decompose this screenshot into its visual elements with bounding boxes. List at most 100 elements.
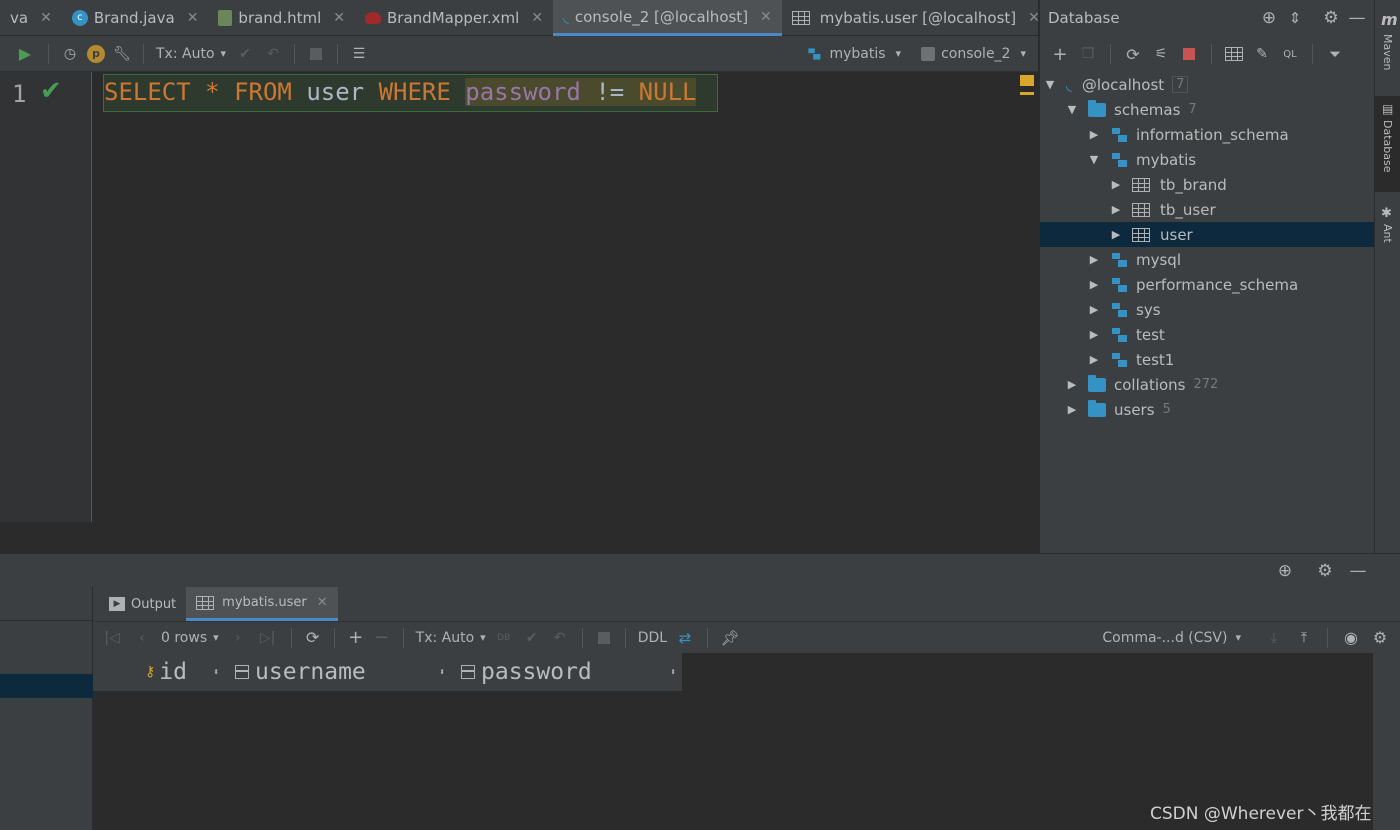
expand-arrow-icon[interactable]: ▶ xyxy=(1110,178,1122,191)
node-label: tb_brand xyxy=(1160,175,1227,194)
locate-icon[interactable]: ⊕ xyxy=(1256,6,1282,30)
tree-node-mysql[interactable]: ▶ mysql xyxy=(1040,247,1375,272)
gear-icon[interactable]: ⚙ xyxy=(1318,6,1344,30)
add-row-icon[interactable]: + xyxy=(343,626,369,650)
comparison-operator: != xyxy=(595,78,625,106)
query-console-icon[interactable]: QL xyxy=(1276,42,1304,66)
inspection-warning-icon[interactable] xyxy=(1020,75,1034,89)
column-name: username xyxy=(255,659,366,685)
export-format-dropdown[interactable]: Comma-...d (CSV) ▾ xyxy=(1098,626,1245,650)
sql-statement[interactable]: SELECT * FROM user WHERE password != NUL… xyxy=(104,78,697,106)
tree-node-information-schema[interactable]: ▶ information_schema xyxy=(1040,122,1375,147)
refresh-icon[interactable]: ⟳ xyxy=(1119,42,1147,66)
expand-arrow-icon[interactable]: ▶ xyxy=(1066,403,1078,416)
edit-icon[interactable]: ✎ xyxy=(1248,42,1276,66)
tree-node-tb-user[interactable]: ▶ tb_user xyxy=(1040,197,1375,222)
tree-node-sys[interactable]: ▶ sys xyxy=(1040,297,1375,322)
watermark: CSDN @Wherever丶我都在 xyxy=(1150,804,1372,824)
history-icon[interactable]: ◷ xyxy=(57,42,83,66)
tab-brand-html[interactable]: brand.html ✕ xyxy=(208,0,355,36)
ddl-button[interactable]: DDL xyxy=(634,626,671,650)
expand-arrow-icon[interactable]: ▶ xyxy=(1088,278,1100,291)
sort-icon[interactable]: ⬍ xyxy=(670,667,676,678)
maven-icon: m xyxy=(1381,10,1398,29)
schema-properties-icon[interactable]: ⚟ xyxy=(1147,42,1175,66)
eye-icon[interactable]: ◉ xyxy=(1336,626,1366,650)
expand-arrow-icon[interactable]: ▶ xyxy=(1088,328,1100,341)
expand-arrow-icon[interactable]: ▼ xyxy=(1044,78,1056,91)
expand-arrow-icon[interactable]: ▶ xyxy=(1110,228,1122,241)
wrench-icon[interactable]: 🔧︎ xyxy=(109,42,135,66)
maven-tool-button[interactable]: Maven xyxy=(1381,34,1394,70)
tree-node-test[interactable]: ▶ test xyxy=(1040,322,1375,347)
column-header-password[interactable]: password ⬍ xyxy=(451,653,682,691)
output-layout-icon[interactable]: ☰ xyxy=(346,42,372,66)
column-header-id[interactable]: ⚷ id ⬍ xyxy=(93,653,225,691)
divider xyxy=(333,627,335,648)
upload-icon[interactable]: ⤒ xyxy=(1289,626,1319,650)
expand-arrow-icon[interactable]: ▶ xyxy=(1088,128,1100,141)
close-icon[interactable]: ✕ xyxy=(40,10,52,26)
minimize-icon[interactable]: — xyxy=(1344,6,1370,30)
gear-icon[interactable]: ⚙ xyxy=(1312,559,1338,583)
tab-output[interactable]: ▶ Output xyxy=(99,587,186,621)
profile-icon[interactable]: p xyxy=(87,44,105,63)
tree-node-test1[interactable]: ▶ test1 xyxy=(1040,347,1375,372)
sort-icon[interactable]: ⬍ xyxy=(439,667,445,678)
sort-icon[interactable]: ⬍ xyxy=(213,667,219,678)
disconnect-icon[interactable] xyxy=(1183,48,1195,60)
close-icon[interactable]: ✕ xyxy=(187,10,199,26)
expand-arrow-icon[interactable]: ▶ xyxy=(1110,203,1122,216)
close-icon[interactable]: ✕ xyxy=(531,10,543,26)
ant-tool-button[interactable]: Ant xyxy=(1381,224,1394,243)
tree-node-tb-brand[interactable]: ▶ tb_brand xyxy=(1040,172,1375,197)
execute-icon[interactable]: ▶ xyxy=(10,42,40,66)
expand-arrow-icon[interactable]: ▶ xyxy=(1066,378,1078,391)
console-selector[interactable]: console_2 ▾ xyxy=(915,42,1032,66)
compare-icon[interactable]: ⇄ xyxy=(671,626,699,650)
expand-arrow-icon[interactable]: ▶ xyxy=(1088,303,1100,316)
tab-mybatis-user[interactable]: mybatis.user [@localhost] ✕ xyxy=(782,0,1050,36)
expand-arrow-icon[interactable]: ▼ xyxy=(1088,153,1100,166)
filter-icon[interactable]: ⏷ xyxy=(1321,42,1349,66)
tx-mode-dropdown[interactable]: Tx: Auto ▾ xyxy=(152,42,230,66)
tree-node-collations[interactable]: ▶ collations 272 xyxy=(1040,372,1375,397)
console-session-icon xyxy=(921,46,936,61)
error-stripe-mark[interactable] xyxy=(1020,92,1034,95)
expand-arrow-icon[interactable]: ▶ xyxy=(1088,253,1100,266)
tab-console-2[interactable]: ◟ console_2 [@localhost] ✕ xyxy=(553,0,782,36)
minimize-icon[interactable]: — xyxy=(1345,559,1371,583)
expand-arrow-icon[interactable]: ▶ xyxy=(1088,353,1100,366)
collapse-all-icon[interactable]: ⇕ xyxy=(1282,6,1308,30)
tree-node-users[interactable]: ▶ users 5 xyxy=(1040,397,1375,422)
column-header-username[interactable]: username ⬍ xyxy=(225,653,451,691)
pin-icon[interactable]: 📌︎ xyxy=(716,626,744,650)
tree-node-schemas[interactable]: ▼ schemas 7 xyxy=(1040,97,1375,122)
tab-brandmapper-xml[interactable]: BrandMapper.xml ✕ xyxy=(355,0,553,36)
sql-editor[interactable] xyxy=(92,72,1038,522)
close-icon[interactable]: ✕ xyxy=(760,9,772,25)
rows-dropdown[interactable]: 0 rows ▾ xyxy=(157,626,223,650)
tab-brand-java[interactable]: c Brand.java ✕ xyxy=(62,0,209,36)
selected-service-row[interactable] xyxy=(0,674,93,698)
close-icon[interactable]: ✕ xyxy=(333,10,345,26)
add-icon[interactable]: + xyxy=(1046,42,1074,66)
schema-selector[interactable]: mybatis ▾ xyxy=(799,42,907,66)
reload-icon[interactable]: ⟳ xyxy=(300,626,326,650)
tx-mode-dropdown[interactable]: Tx: Auto ▾ xyxy=(412,626,490,650)
tree-node-performance-schema[interactable]: ▶ performance_schema xyxy=(1040,272,1375,297)
divider xyxy=(143,43,144,64)
table-editor-icon[interactable] xyxy=(1225,47,1243,61)
database-tool-button[interactable]: Database xyxy=(1381,120,1394,173)
tab-java-partial[interactable]: va ✕ xyxy=(0,0,62,36)
duplicate-icon: ❐ xyxy=(1081,46,1095,62)
expand-arrow-icon[interactable]: ▼ xyxy=(1066,103,1078,116)
tree-node-mybatis[interactable]: ▼ mybatis xyxy=(1040,147,1375,172)
tree-node-localhost[interactable]: ▼ ◟ @localhost 7 xyxy=(1040,72,1375,97)
locate-icon[interactable]: ⊕ xyxy=(1272,559,1298,583)
gear-icon[interactable]: ⚙ xyxy=(1366,626,1394,650)
close-icon[interactable]: ✕ xyxy=(317,595,328,610)
tree-node-user[interactable]: ▶ user xyxy=(1040,222,1375,247)
schema-icon xyxy=(1110,252,1128,268)
tab-mybatis-user-result[interactable]: mybatis.user ✕ xyxy=(186,587,338,621)
